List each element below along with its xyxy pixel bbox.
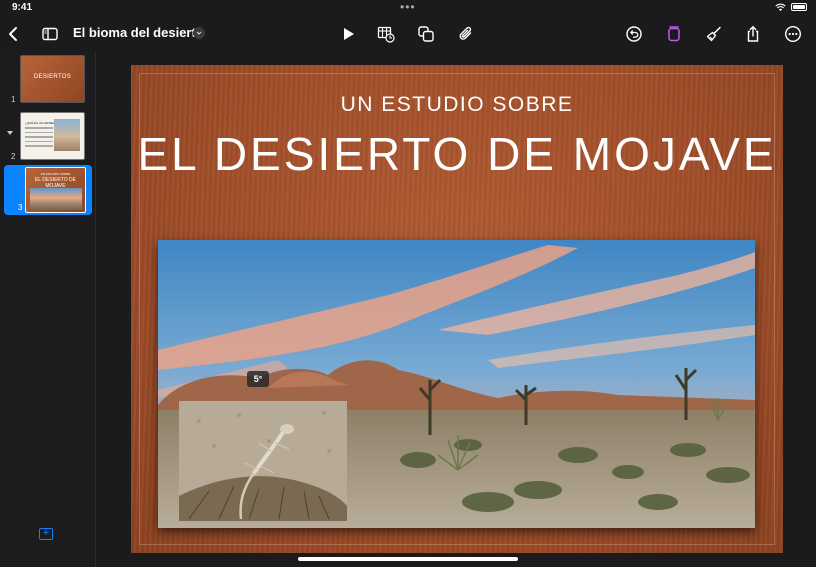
- format-icon[interactable]: [662, 22, 686, 46]
- status-bar: 9:41 •••: [0, 0, 816, 16]
- play-icon[interactable]: [336, 22, 360, 46]
- wifi-icon: [775, 3, 786, 12]
- slide-thumbnail-title: DESIERTOS: [33, 74, 72, 80]
- multitasking-dots[interactable]: •••: [400, 0, 416, 14]
- slide-number: 1: [11, 95, 16, 104]
- slide-thumbnail-2[interactable]: ¿QUÉ ES UN DESIERTO?: [20, 112, 85, 160]
- lizard-photo[interactable]: [179, 401, 347, 521]
- back-icon[interactable]: [2, 22, 26, 46]
- more-icon[interactable]: [781, 22, 805, 46]
- thumbnail-image: [30, 188, 82, 210]
- slide-subtitle[interactable]: UN ESTUDIO SOBRE: [131, 93, 783, 117]
- undo-icon[interactable]: [622, 22, 646, 46]
- thumbnail-image: [54, 119, 80, 151]
- slide-thumbnail-3[interactable]: UN ESTUDIO SOBRE EL DESIERTO DE MOJAVE: [25, 167, 86, 213]
- table-chart-insert-icon[interactable]: [374, 22, 398, 46]
- slide-thumbnail-subtitle: UN ESTUDIO SOBRE: [40, 172, 71, 176]
- slide-title[interactable]: EL DESIERTO DE MOJAVE: [131, 127, 783, 181]
- slide-canvas: UN ESTUDIO SOBRE EL DESIERTO DE MOJAVE 5…: [96, 52, 816, 567]
- slide-thumbnail-1[interactable]: DESIERTOS: [20, 55, 85, 103]
- slide-number: 2: [11, 152, 16, 161]
- paintbrush-icon[interactable]: [702, 22, 726, 46]
- attachment-icon[interactable]: [454, 22, 478, 46]
- document-title[interactable]: El bioma del desierto: [73, 25, 204, 40]
- add-slide-button[interactable]: +: [39, 528, 53, 540]
- slide[interactable]: UN ESTUDIO SOBRE EL DESIERTO DE MOJAVE 5…: [131, 65, 783, 553]
- rotation-angle-badge: 5°: [247, 371, 269, 387]
- battery-icon: [791, 3, 807, 11]
- sidebar-toggle-icon[interactable]: [38, 22, 62, 46]
- slide-navigator: DESIERTOS 1 ¿QUÉ ES UN DESIERTO? 2 UN ES…: [0, 52, 96, 567]
- home-indicator[interactable]: [298, 557, 518, 561]
- share-icon[interactable]: [741, 22, 765, 46]
- shapes-icon[interactable]: [414, 22, 438, 46]
- disclosure-triangle-icon[interactable]: [7, 131, 13, 135]
- title-chevron-icon[interactable]: [193, 27, 205, 39]
- slide-number: 3: [18, 203, 23, 212]
- status-time: 9:41: [12, 2, 33, 13]
- toolbar: El bioma del desierto: [0, 16, 816, 52]
- thumbnail-text-lines: [25, 127, 53, 150]
